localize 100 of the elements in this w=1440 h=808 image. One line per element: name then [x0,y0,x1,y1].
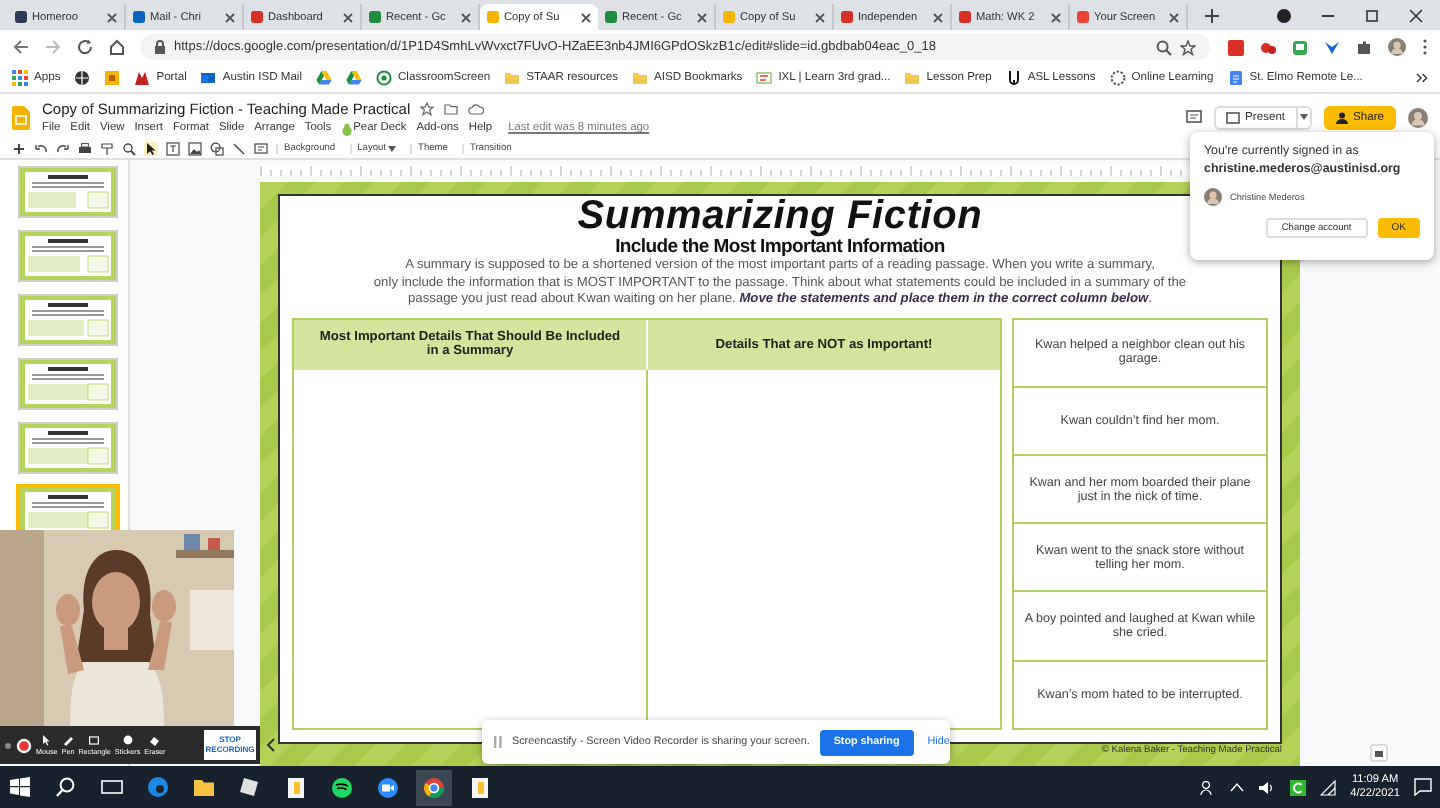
site-icon [14,10,28,24]
close-icon[interactable] [580,11,592,23]
slide-thumbnail[interactable] [18,230,118,282]
volume-icon[interactable] [1258,779,1277,795]
chevron-icon[interactable] [1416,72,1428,84]
text-box-icon[interactable] [166,142,180,156]
caret-icon [1299,114,1308,120]
zoom-icon[interactable] [1156,39,1172,55]
notes-icon[interactable] [468,775,492,799]
puzzle-icon[interactable] [1356,39,1372,55]
close-icon[interactable] [460,11,472,23]
person-icon [1335,111,1348,123]
drive-icon[interactable] [346,70,362,86]
record-icon[interactable] [16,737,32,753]
apps-grid-icon [12,70,28,86]
slide-thumbnail[interactable] [18,422,118,474]
site-icon [604,10,618,24]
shape-icon[interactable] [210,142,224,156]
folder-icon [632,70,649,86]
slide-thumbnail[interactable] [18,166,118,218]
site-icon [368,10,382,24]
cursor-icon[interactable] [144,142,158,156]
circle-icon [1109,70,1126,86]
video-call-icon[interactable] [376,775,400,799]
square-icon[interactable] [104,70,121,86]
extension-icon[interactable] [1228,39,1244,55]
close-icon[interactable] [342,11,354,23]
zoom-icon[interactable] [122,142,136,156]
search-icon[interactable] [54,775,78,799]
plus-icon[interactable] [1204,8,1220,24]
explore-icon[interactable] [1370,744,1388,762]
cloud-icon[interactable] [468,101,485,115]
document-icon [1227,70,1244,86]
c-app-icon[interactable] [1290,779,1307,795]
avatar-icon[interactable] [1388,38,1406,56]
site-icon [486,10,500,24]
rectangle-icon [88,734,101,746]
back-icon[interactable] [12,38,30,56]
music-icon[interactable] [330,775,354,799]
notes-icon[interactable] [284,775,308,799]
browser-icon[interactable] [422,775,446,799]
sticker-icon [121,734,134,746]
print-icon[interactable] [78,142,92,156]
dropdown-button[interactable] [1297,105,1312,129]
close-icon[interactable] [1050,11,1062,23]
grip-icon [494,736,502,748]
image-icon[interactable] [188,142,202,156]
line-icon[interactable] [232,142,246,156]
close-icon[interactable] [224,11,236,23]
avatar-icon[interactable] [1408,107,1428,127]
pear-icon [341,121,352,135]
star-icon[interactable] [420,101,435,115]
globe-icon[interactable] [74,70,91,86]
close-icon[interactable] [1168,11,1180,23]
slide-title: Summarizing Fiction [577,196,983,238]
close-icon[interactable] [932,11,944,23]
site-icon [1076,10,1090,24]
redo-icon[interactable] [56,142,70,156]
undo-icon[interactable] [34,142,48,156]
comments-icon[interactable] [1185,109,1202,125]
lock-icon [154,40,166,54]
paint-format-icon[interactable] [100,142,114,156]
folder-icon [904,70,921,86]
slide-thumbnail[interactable] [18,358,118,410]
caret-up-icon[interactable] [1230,782,1245,792]
slide-thumbnail[interactable] [18,294,118,346]
drive-icon[interactable] [316,70,332,86]
screen-icon [1225,111,1240,123]
star-icon[interactable] [1180,39,1196,55]
site-icon [840,10,854,24]
eraser-icon [148,734,161,746]
close-icon[interactable] [814,11,826,23]
slide-subtitle: Include the Most Important Information [615,238,945,258]
folder-icon [504,70,521,86]
folder-icon[interactable] [444,101,459,115]
more-icon[interactable] [1422,38,1428,56]
restore-icon[interactable] [1364,8,1380,24]
people-icon[interactable] [1200,779,1217,795]
cursor-icon [40,734,53,746]
circle-icon[interactable] [1276,8,1292,24]
windows-icon[interactable] [8,775,32,799]
folder-icon[interactable] [192,775,216,799]
site-icon [958,10,972,24]
extension-icon[interactable] [1260,39,1276,55]
site-icon [722,10,736,24]
close-icon[interactable] [106,11,118,23]
home-icon[interactable] [108,38,126,56]
network-icon[interactable] [1320,779,1337,795]
chevron-icon[interactable] [266,738,276,752]
target-icon [376,70,392,86]
comment-icon[interactable] [254,142,268,156]
close-icon[interactable] [696,11,708,23]
pen-icon [62,734,74,746]
notification-icon[interactable] [1414,778,1432,796]
dot-icon [4,741,12,749]
plus-icon[interactable] [12,142,26,156]
reload-icon[interactable] [76,38,94,56]
close-icon[interactable] [1408,8,1424,24]
avatar-icon [1204,188,1222,206]
task-view-icon[interactable] [100,775,124,799]
